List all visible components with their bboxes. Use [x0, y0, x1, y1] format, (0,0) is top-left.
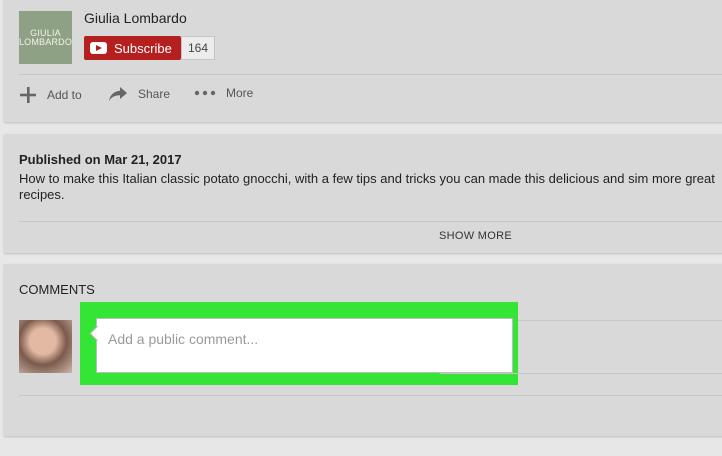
comment-input[interactable]: Add a public comment... — [96, 318, 513, 373]
channel-thumbnail[interactable]: GIULIA LOMBARDO — [19, 11, 72, 64]
comments-card: COMMENTS Add a public comment... — [4, 264, 722, 436]
comments-divider-mid — [440, 373, 722, 374]
channel-thumb-line2: LOMBARDO — [18, 36, 73, 47]
description-card: Published on Mar 21, 2017 How to make th… — [4, 134, 722, 253]
description-text: How to make this Italian classic potato … — [19, 171, 715, 202]
more-dots-icon — [194, 90, 216, 96]
channel-name[interactable]: Giulia Lombardo — [84, 10, 187, 26]
subscribe-button[interactable]: Subscribe — [84, 36, 181, 60]
add-to-button[interactable]: Add to — [19, 86, 82, 104]
description-divider — [19, 221, 722, 222]
avatar — [19, 320, 72, 373]
more-button[interactable]: More — [194, 86, 253, 100]
share-label: Share — [138, 87, 171, 101]
subscriber-count: 164 — [181, 36, 215, 60]
share-arrow-icon — [109, 87, 127, 101]
plus-icon — [20, 87, 36, 103]
subscribe-label: Subscribe — [114, 40, 172, 56]
channel-card: GIULIA LOMBARDO Giulia Lombardo Subscrib… — [4, 0, 722, 122]
show-more-button[interactable]: SHOW MORE — [439, 230, 512, 242]
channel-divider — [19, 74, 722, 75]
share-button[interactable]: Share — [108, 86, 170, 102]
youtube-play-icon — [90, 42, 107, 54]
add-to-label: Add to — [47, 88, 82, 102]
published-date: Published on Mar 21, 2017 — [19, 152, 182, 167]
comments-divider-bottom — [19, 395, 722, 396]
more-label: More — [226, 86, 254, 100]
comments-heading: COMMENTS — [19, 282, 95, 297]
